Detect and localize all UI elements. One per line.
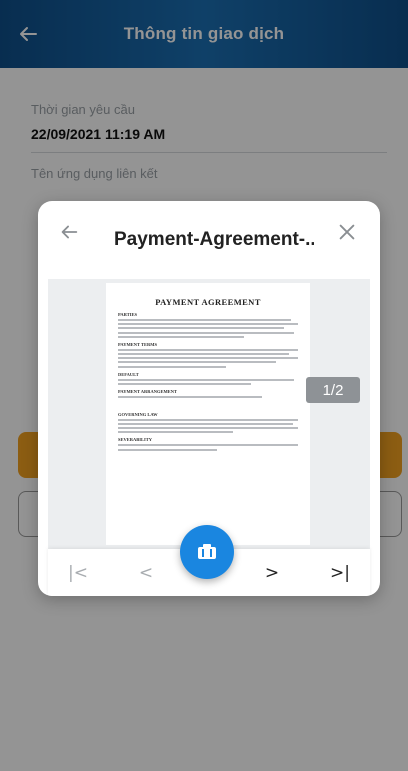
document-section: DEFAULT	[118, 371, 139, 377]
page-indicator: 1/2	[306, 377, 360, 403]
document-section: GOVERNING LAW	[118, 411, 158, 417]
last-page-button[interactable]: >|	[324, 557, 356, 589]
document-section: SEVERABILITY	[118, 437, 153, 443]
document-heading: PAYMENT AGREEMENT	[155, 297, 261, 307]
document-viewer[interactable]: PAYMENT AGREEMENT PARTIES PAYMENT TERMS …	[48, 279, 370, 549]
next-page-button[interactable]: >	[256, 557, 288, 589]
document-title: Payment-Agreement-...	[114, 229, 314, 250]
camera-fab-button[interactable]	[180, 525, 234, 579]
first-page-button[interactable]: |<	[62, 557, 94, 589]
camera-icon	[198, 544, 216, 559]
document-section: PAYMENT ARRANGEMENT	[118, 388, 178, 394]
modal-header: Payment-Agreement-...	[38, 201, 380, 277]
modal-back-arrow-icon[interactable]	[58, 221, 80, 243]
document-section: PAYMENT TERMS	[118, 341, 157, 347]
document-page: PAYMENT AGREEMENT PARTIES PAYMENT TERMS …	[106, 283, 310, 545]
close-icon[interactable]	[336, 221, 358, 243]
document-section: PARTIES	[118, 312, 138, 317]
previous-page-button[interactable]: <	[130, 557, 162, 589]
